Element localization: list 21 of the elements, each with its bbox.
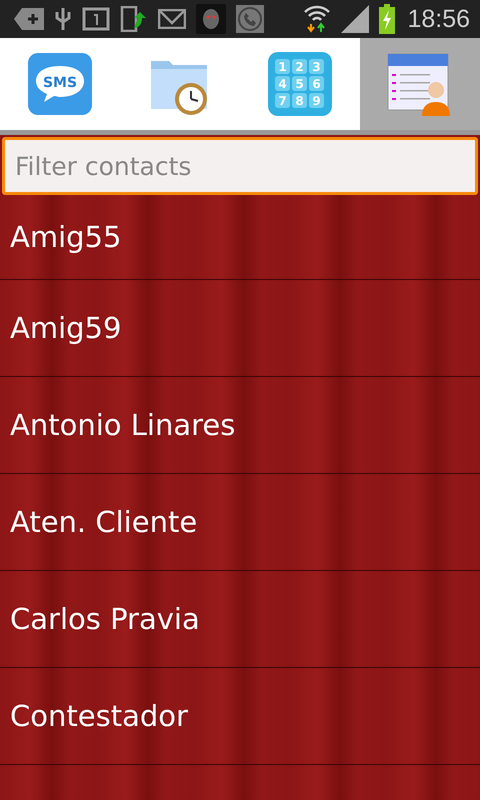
signal-icon [341,5,370,33]
clock-time: 18:56 [407,4,470,34]
contact-name[interactable]: Carlos Pravia [10,602,200,636]
contact-name[interactable]: Amig55 [10,220,122,254]
phone-upload-icon [120,6,148,32]
contact-name[interactable]: Contestador [10,699,188,733]
contact-name[interactable]: Amig59 [10,311,122,345]
wifi-icon [303,4,332,34]
contact-name[interactable]: Aten. Cliente [10,505,198,539]
tab[interactable] [360,38,480,130]
filter-field[interactable]: Filter contacts [2,137,478,195]
mail-icon [158,9,186,29]
phone-icon [236,5,264,33]
battery-charging-icon [379,4,396,34]
add-notification-icon [14,8,44,30]
dialpad-icon: 1 2 3 4 5 6 7 8 9 [267,51,333,117]
app-icon [196,4,226,34]
usb-icon [54,6,72,32]
contact-name[interactable]: Antonio Linares [10,408,236,442]
sms-icon: SMS [27,52,93,116]
calendar-icon [82,7,110,31]
